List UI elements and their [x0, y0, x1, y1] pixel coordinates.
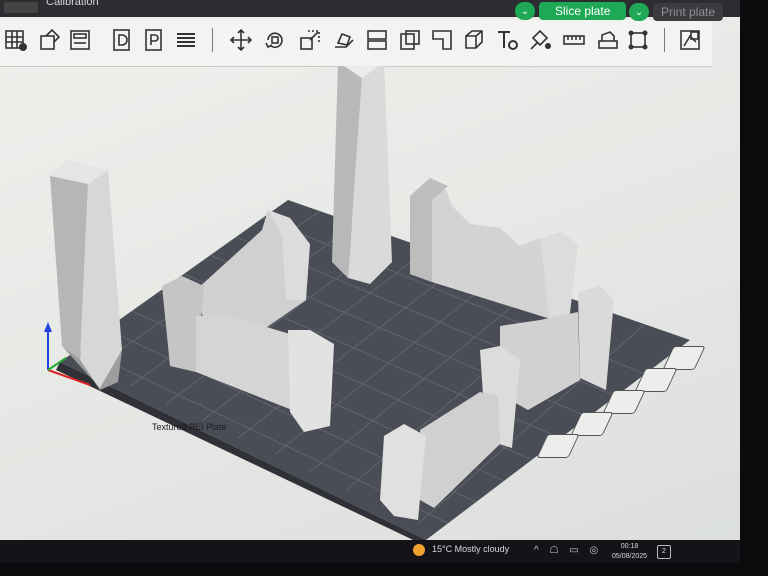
plate-view-d-icon[interactable]: [108, 26, 136, 54]
toolbar-separator: [664, 28, 665, 52]
color-paint-icon[interactable]: [526, 26, 554, 54]
support-paint-icon[interactable]: [460, 26, 488, 54]
brim-ears-icon[interactable]: [624, 26, 652, 54]
system-tray[interactable]: ^ ☖ ▭ ◎: [534, 545, 602, 556]
screen: Calibration Textured PEI Plate ⌄ Slice p…: [0, 0, 740, 540]
print-plate-button[interactable]: Print plate: [653, 3, 724, 21]
clock-time: 00:18: [620, 543, 639, 550]
split-icon[interactable]: [363, 26, 391, 54]
toolbar-separator: [212, 28, 213, 52]
weather-widget[interactable]: 15°C Mostly cloudy: [432, 544, 509, 554]
lay-on-face-icon[interactable]: [330, 26, 358, 54]
project-title: Calibration: [46, 0, 99, 8]
add-plate-icon[interactable]: [2, 26, 30, 54]
monitor-bezel-bottom: [0, 563, 768, 576]
main-toolbar: [0, 20, 712, 67]
menu-icon[interactable]: [4, 2, 38, 13]
auto-orient-icon[interactable]: [36, 26, 64, 54]
rotate-icon[interactable]: [261, 26, 289, 54]
clock-date: 05/08/2025: [612, 553, 648, 560]
cut-icon[interactable]: [396, 26, 424, 54]
text-tool-icon[interactable]: [493, 26, 521, 54]
assembly-icon[interactable]: [594, 26, 622, 54]
weather-text: Mostly cloudy: [454, 544, 510, 554]
layers-icon[interactable]: [172, 26, 200, 54]
arrange-icon[interactable]: [66, 26, 94, 54]
plate-label: Textured PEI Plate: [152, 422, 227, 432]
boolean-icon[interactable]: [428, 26, 456, 54]
weather-temp: 15°C: [432, 544, 453, 554]
obelisk-center: [332, 66, 392, 284]
variable-layer-icon[interactable]: [676, 26, 704, 54]
slice-group: ⌄ Slice plate: [515, 1, 627, 21]
scale-icon[interactable]: [296, 26, 324, 54]
slice-plate-button[interactable]: Slice plate: [539, 2, 627, 20]
notification-badge[interactable]: 2: [657, 545, 671, 559]
measure-icon[interactable]: [560, 26, 588, 54]
clock[interactable]: 00:18 05/08/2025: [612, 542, 647, 562]
monitor-bezel: [740, 0, 768, 576]
slice-dropdown-button[interactable]: ⌄: [515, 2, 535, 20]
weather-icon: [413, 544, 425, 556]
plate-view-p-icon[interactable]: [140, 26, 168, 54]
print-dropdown-button[interactable]: ⌄: [629, 3, 649, 21]
move-icon[interactable]: [227, 26, 255, 54]
obelisk-left: [50, 160, 122, 390]
3d-viewport[interactable]: Textured PEI Plate: [0, 66, 740, 540]
